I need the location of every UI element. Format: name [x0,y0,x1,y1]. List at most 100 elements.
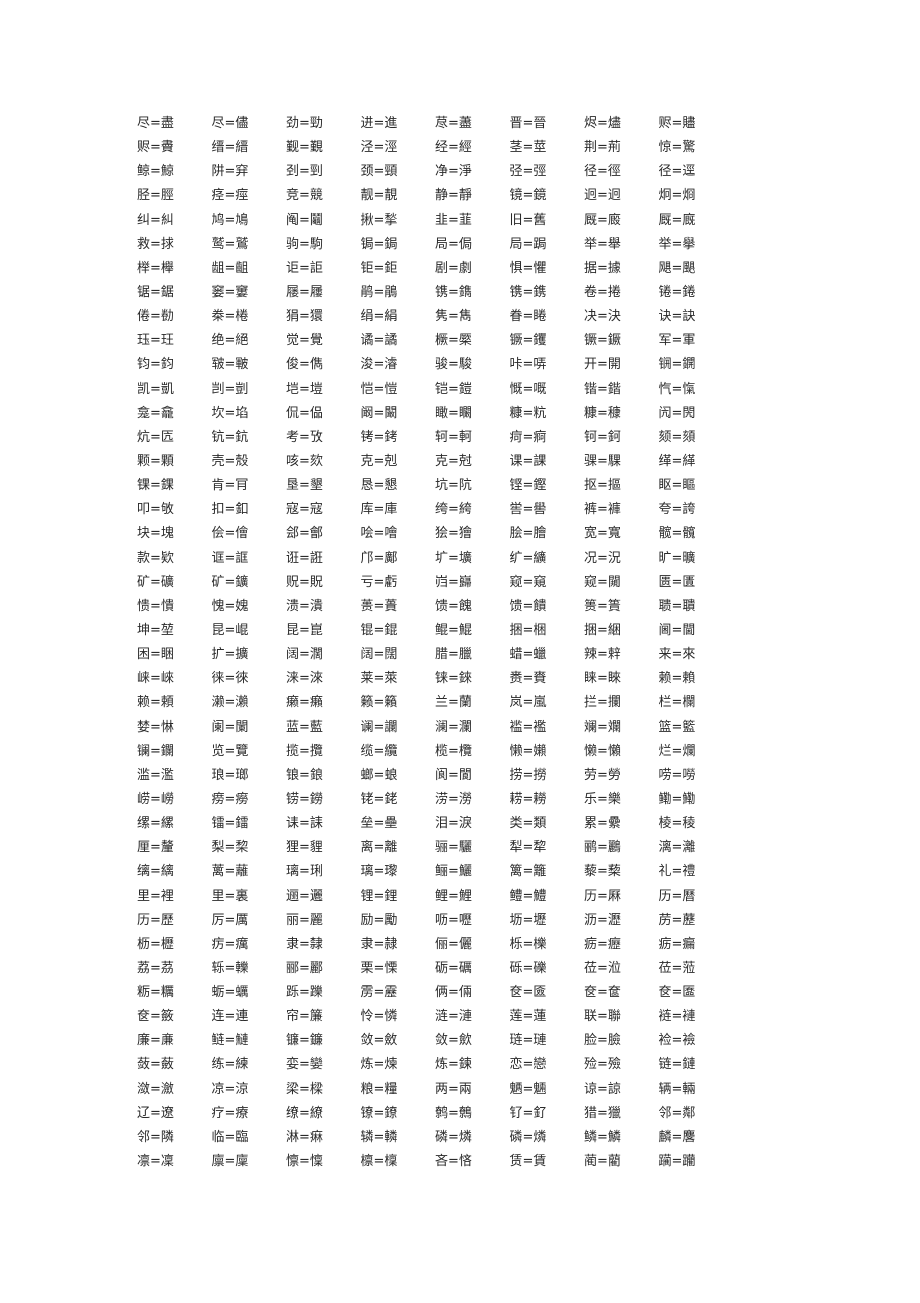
character-pair: 缂=緙 [658,453,696,469]
character-pair: 凛=凜 [137,1154,174,1170]
character-pair: 粮=糧 [360,1081,398,1097]
character-pair: 讵=詎 [286,260,323,276]
character-pair: 鹩=鷯 [435,1105,472,1121]
character-pair: 镌=鐫 [435,284,472,300]
character-pair: 历=厤 [584,888,621,904]
character-pair: 殓=殮 [584,1057,621,1073]
character-pair: 慨=嘅 [509,381,547,397]
character-pair: 潋=瀲 [137,1081,174,1097]
character-pair: 愧=媿 [211,598,249,614]
character-pair: 窥=闚 [584,574,621,590]
character-pair: 静=靜 [435,188,472,204]
character-pair: 睐=睞 [584,671,621,687]
character-pair: 琅=瑯 [211,767,249,783]
character-pair: 腊=臘 [435,647,472,663]
character-pair: 锒=鋃 [286,767,323,783]
character-pair: 困=睏 [137,647,174,663]
character-pair: 兰=蘭 [435,695,472,711]
character-pair: 厩=廄 [584,212,621,228]
character-pair: 两=兩 [435,1081,472,1097]
character-pair: 奁=奩 [584,985,621,1001]
character-pair: 喾=嚳 [509,502,547,518]
character-pair: 恋=戀 [509,1057,547,1073]
character-pair: 宽=寬 [584,526,621,542]
character-pair: 开=開 [584,357,621,373]
character-pair: 斓=斕 [584,719,621,735]
character-pair: 浚=濬 [360,357,398,373]
character-pair: 扣=釦 [211,502,249,518]
character-pair: 缧=縲 [137,816,174,832]
character-pair: 里=裡 [137,888,174,904]
character-pair: 涟=漣 [435,1009,472,1025]
character-pair: 镜=鏡 [509,188,547,204]
character-pair: 滥=濫 [137,767,174,783]
character-pair: 鳓=鰳 [658,791,696,807]
character-pair: 缭=繚 [286,1105,323,1121]
character-pair: 裣=襝 [658,1033,696,1049]
character-pair: 篮=籃 [658,719,696,735]
character-pair: 魉=魎 [509,1081,547,1097]
character-pair: 疬=癧 [584,936,621,952]
character-pair: 栗=慄 [360,960,398,976]
character-pair: 觉=覺 [286,333,323,349]
character-pair: 局=跼 [509,236,547,252]
character-pair: 愦=憒 [137,598,174,614]
character-pair: 莲=蓮 [509,1009,547,1025]
character-pair: 茎=莖 [509,140,547,156]
character-pair: 磷=燐 [435,1129,472,1145]
character-pair: 局=侷 [435,236,472,252]
character-pair: 梨=棃 [211,840,249,856]
character-pair: 钧=鈞 [137,357,174,373]
character-pair: 闶=閌 [658,405,696,421]
character-pair: 炼=煉 [360,1057,398,1073]
character-pair: 晋=晉 [509,116,547,131]
character-pair: 婪=惏 [137,719,174,735]
character-pair: 坤=堃 [137,622,174,638]
character-pair: 琏=璉 [509,1033,547,1049]
character-pair: 奁=匳 [509,985,547,1001]
character-pair: 溃=潰 [286,598,323,614]
character-pair: 锴=鍇 [584,381,621,397]
character-pair: 炯=烱 [658,188,696,204]
character-pair: 糠=穅 [584,405,621,421]
character-pair: 懒=嬾 [509,743,547,759]
character-pair: 狷=獧 [286,309,323,325]
character-pair: 骒=騍 [584,453,621,469]
character-pair: 绢=絹 [360,309,398,325]
character-pair: 俊=儁 [286,357,323,373]
character-pair: 窥=窺 [509,574,547,590]
character-pair: 卷=捲 [584,284,621,300]
character-pair: 礼=禮 [658,864,696,880]
character-pair: 桊=棬 [211,309,249,325]
character-pair: 联=聯 [584,1009,621,1025]
character-pair: 据=據 [584,260,621,276]
character-pair: 烂=爛 [658,743,696,759]
character-pair: 籁=籟 [360,695,398,711]
character-pair: 镣=鐐 [360,1105,398,1121]
character-pair: 烬=燼 [584,116,621,131]
character-pair: 锎=鐦 [658,357,696,373]
character-pair: 竞=競 [286,188,323,204]
character-pair: 梁=樑 [286,1081,323,1097]
character-pair: 诓=誆 [211,550,249,566]
character-pair: 炼=鍊 [435,1057,472,1073]
character-pair: 阃=閫 [658,622,696,638]
character-pair: 抠=摳 [584,478,621,494]
character-pair: 坜=壢 [509,912,547,928]
character-pair: 鳞=鱗 [584,1129,621,1145]
character-pair: 捞=撈 [509,767,547,783]
character-pair: 鲡=鱺 [435,864,472,880]
character-pair: 旷=曠 [658,550,696,566]
character-pair: 躏=躪 [658,1154,696,1170]
character-pair: 阚=闞 [360,405,398,421]
character-pair: 铠=鎧 [435,381,472,397]
character-pair: 邻=隣 [137,1129,174,1145]
character-pair: 眍=瞘 [658,478,696,494]
character-pair: 惧=懼 [509,260,547,276]
character-pair: 胫=脛 [137,188,174,204]
character-pair: 缆=纜 [360,743,398,759]
character-pair: 镭=鐳 [211,816,249,832]
character-pair: 颏=頦 [658,429,696,445]
character-pair: 郦=酈 [286,960,323,976]
character-pair: 纩=纊 [509,550,547,566]
